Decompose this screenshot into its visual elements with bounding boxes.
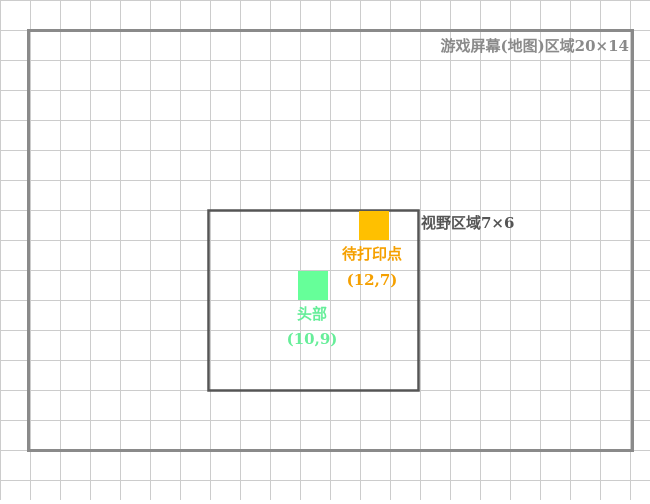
- head-coord: (10,9): [287, 330, 338, 348]
- print-target-coord: (12,7): [347, 271, 398, 289]
- map-label: 游戏屏幕(地图)区域20×14: [440, 37, 629, 55]
- print-target-label: 待打印点: [342, 245, 402, 263]
- head-cell: [298, 271, 328, 300]
- diagram-canvas: 游戏屏幕(地图)区域20×14 视野区域7×6 待打印点 (12,7) 头部 (…: [0, 0, 650, 500]
- head-label: 头部: [297, 305, 327, 323]
- viewport-label: 视野区域7×6: [421, 214, 514, 232]
- background-grid: [0, 0, 650, 500]
- print-target-cell: [359, 211, 389, 240]
- grid-diagram: 游戏屏幕(地图)区域20×14 视野区域7×6 待打印点 (12,7) 头部 (…: [0, 0, 650, 500]
